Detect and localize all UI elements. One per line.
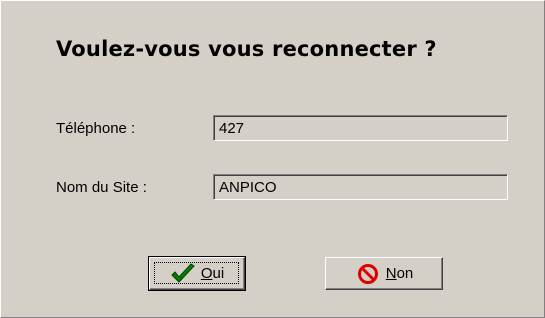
site-name-field[interactable]: ANPICO: [213, 174, 508, 200]
phone-label: Téléphone :: [56, 120, 136, 137]
oui-button[interactable]: Oui: [148, 256, 246, 291]
non-button-label: Non: [386, 265, 414, 282]
reconnect-dialog: Voulez-vous vous reconnecter ? Téléphone…: [0, 0, 545, 318]
phone-field[interactable]: 427: [213, 115, 508, 141]
site-name-label: Nom du Site :: [56, 179, 147, 196]
focus-rectangle: [154, 262, 239, 284]
non-label-rest: on: [396, 265, 414, 282]
dialog-title: Voulez-vous vous reconnecter ?: [56, 37, 437, 61]
non-mnemonic: N: [385, 265, 397, 282]
non-button[interactable]: Non: [325, 257, 443, 290]
no-entry-icon: [355, 263, 381, 285]
